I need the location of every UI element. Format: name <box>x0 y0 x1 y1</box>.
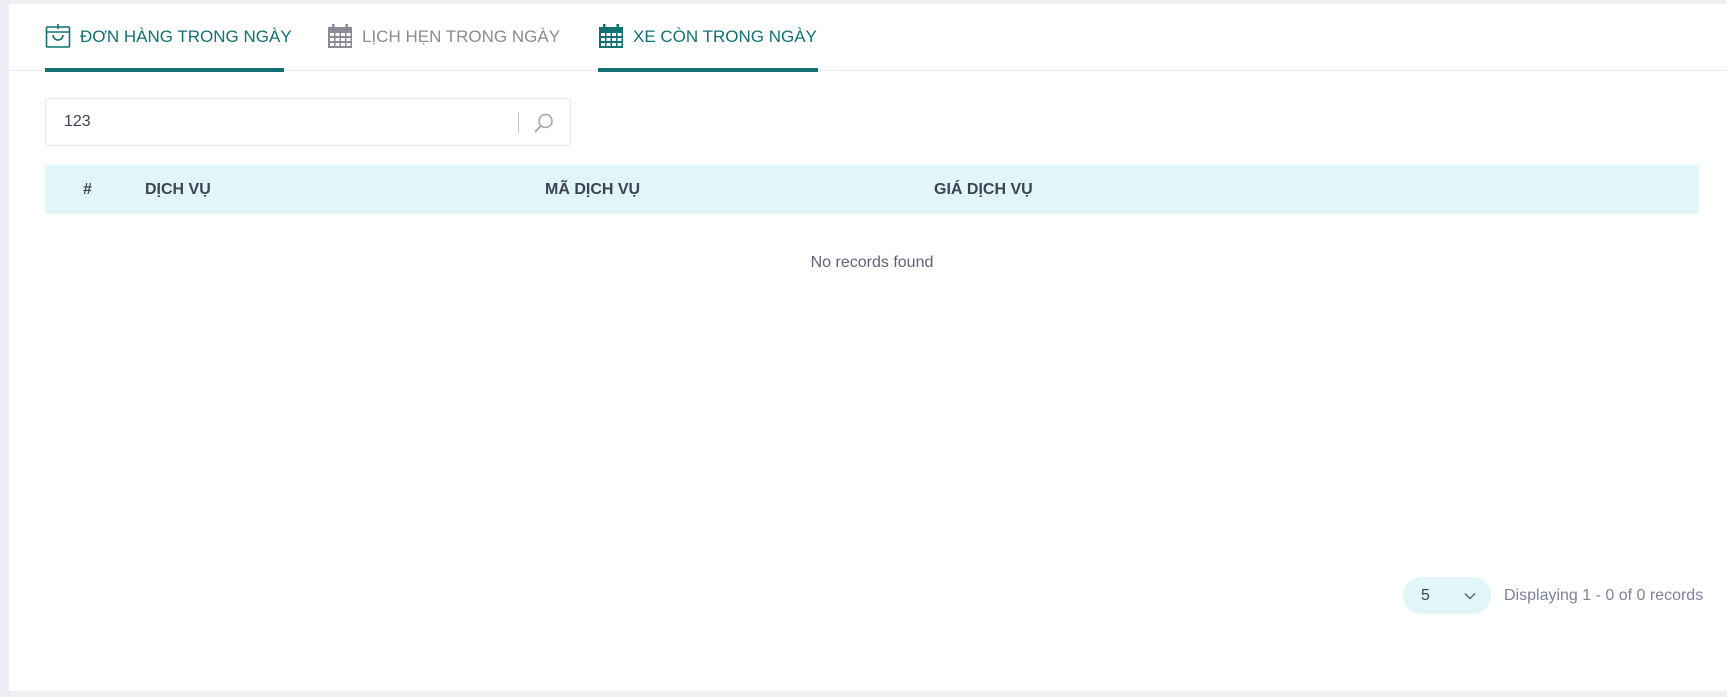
column-header-service-code[interactable]: MÃ DỊCH VỤ <box>545 165 640 214</box>
tab-bar: ĐƠN HÀNG TRONG NGÀY LỊCH HẸN TRONG NGÀY <box>9 4 1727 72</box>
search-divider <box>518 112 519 133</box>
column-header-index[interactable]: # <box>83 165 92 214</box>
tab-label: ĐƠN HÀNG TRONG NGÀY <box>80 27 292 46</box>
pagination-info: Displaying 1 - 0 of 0 records <box>1504 587 1704 604</box>
tab-orders-today[interactable]: ĐƠN HÀNG TRONG NGÀY <box>45 4 292 72</box>
column-header-service[interactable]: DỊCH VỤ <box>145 165 211 214</box>
search-icon[interactable] <box>530 109 558 137</box>
tab-appointments-today[interactable]: LỊCH HẸN TRONG NGÀY <box>327 4 567 70</box>
calendar-icon <box>327 23 353 49</box>
tab-label: XE CÒN TRONG NGÀY <box>633 27 817 46</box>
calendar-icon <box>598 23 624 49</box>
active-tab-indicator <box>598 68 818 72</box>
chevron-down-icon <box>1463 589 1477 603</box>
table-header: # DỊCH VỤ MÃ DỊCH VỤ GIÁ DỊCH VỤ <box>45 165 1699 214</box>
active-tab-indicator <box>45 68 284 72</box>
search-box <box>45 98 571 146</box>
page-size-value: 5 <box>1421 587 1430 604</box>
search-input[interactable] <box>64 99 494 145</box>
column-header-service-price[interactable]: GIÁ DỊCH VỤ <box>934 165 1033 214</box>
page-size-select[interactable]: 5 <box>1403 577 1491 614</box>
empty-state-message: No records found <box>810 254 934 271</box>
shopping-bag-icon <box>45 23 71 49</box>
main-card: ĐƠN HÀNG TRONG NGÀY LỊCH HẸN TRONG NGÀY <box>9 4 1727 691</box>
tab-vehicles-today[interactable]: XE CÒN TRONG NGÀY <box>598 4 818 72</box>
tab-label: LỊCH HẸN TRONG NGÀY <box>362 27 561 46</box>
